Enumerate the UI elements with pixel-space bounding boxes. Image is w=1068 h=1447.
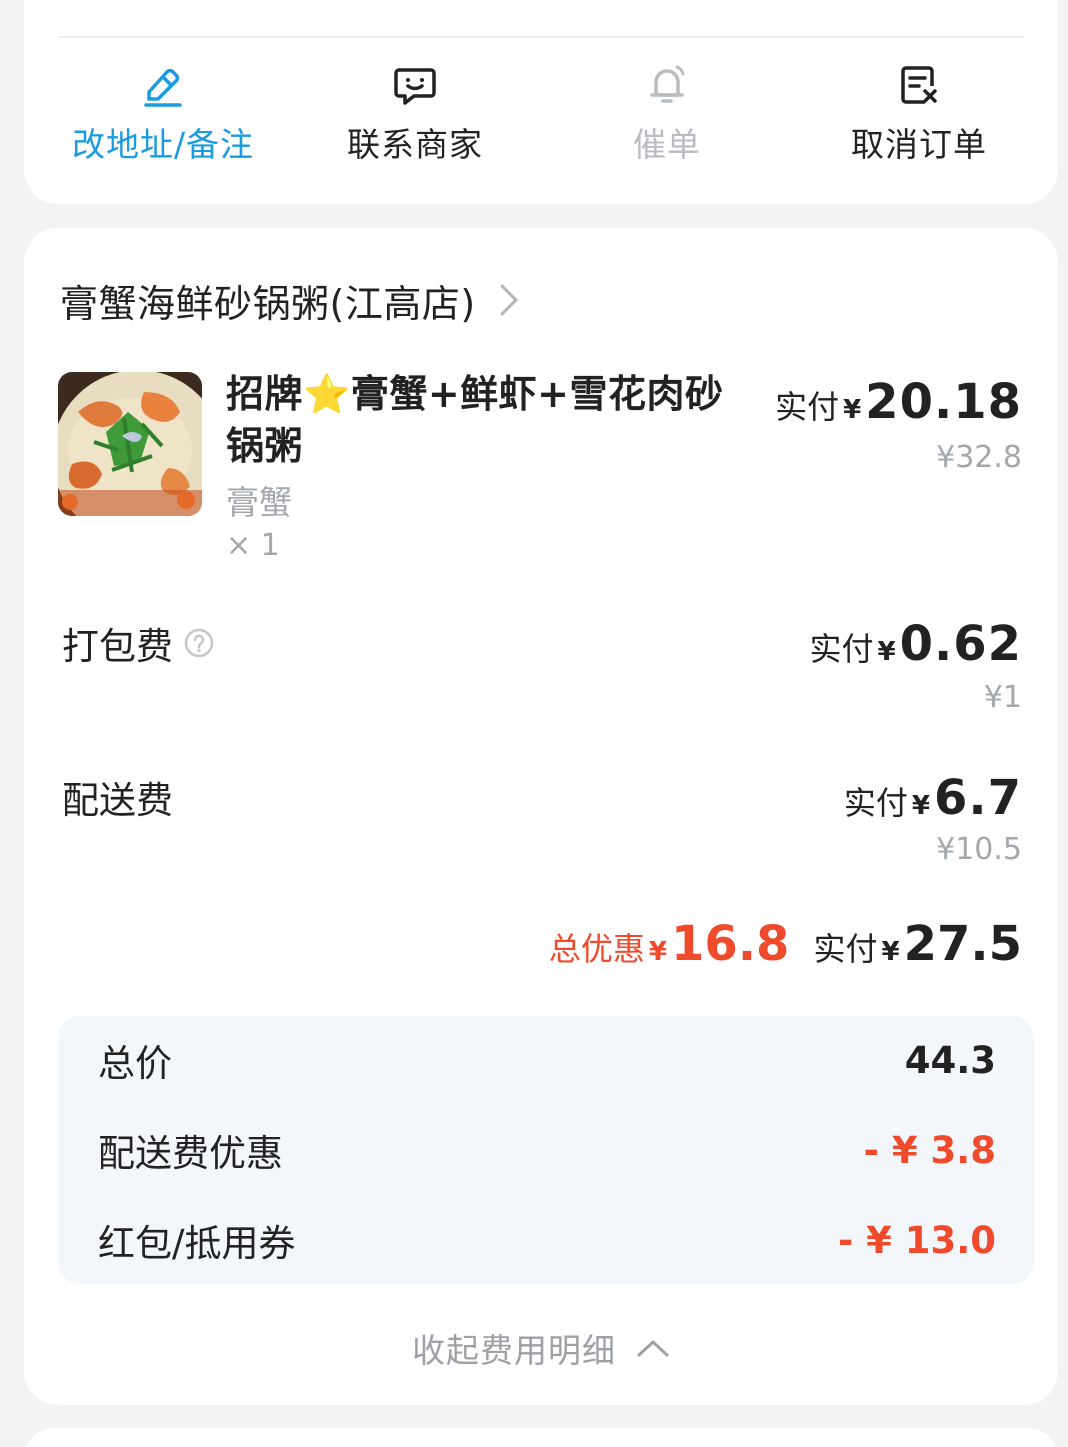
item-original-price: ¥32.8	[936, 440, 1022, 475]
cancel-order-button[interactable]: 取消订单	[794, 62, 1044, 164]
currency-symbol: ¥	[911, 791, 930, 821]
edit-address-label: 改地址/备注	[71, 125, 255, 164]
breakdown-row-total: 总价 44.3	[98, 1032, 996, 1088]
bell-icon	[650, 65, 685, 103]
collapse-label: 收起费用明细	[412, 1331, 616, 1370]
item-title: 招牌⭐膏蟹+鲜虾+雪花肉砂锅粥	[226, 372, 724, 468]
currency-symbol: ¥	[881, 937, 900, 967]
order-actions-card: 改地址/备注 联系商家 催单 取消订单	[24, 0, 1058, 204]
urge-order-label: 催单	[633, 125, 701, 164]
currency-symbol: ¥	[877, 637, 896, 667]
item-quantity: × 1	[226, 528, 280, 563]
order-detail-card: 膏蟹海鲜砂锅粥(江高店) 招牌⭐膏蟹+鲜虾+雪花肉砂锅粥 膏蟹 × 1 实付 ¥…	[24, 228, 1058, 1405]
paid-value: 20.18	[865, 374, 1022, 430]
chat-bubble-icon	[394, 68, 436, 105]
next-card	[24, 1428, 1058, 1447]
breakdown-label: 红包/抵用券	[98, 1222, 296, 1265]
contact-merchant-button[interactable]: 联系商家	[290, 62, 540, 164]
paid-label: 实付	[775, 388, 840, 426]
cancel-order-icon	[901, 66, 937, 104]
divider	[58, 36, 1024, 38]
urge-order-button[interactable]: 催单	[542, 62, 792, 164]
item-paid-price: 实付 ¥ 20.18	[775, 374, 1022, 430]
currency-symbol: ¥	[843, 395, 862, 425]
breakdown-value: - ¥ 13.0	[837, 1218, 996, 1262]
cancel-order-label: 取消订单	[851, 125, 987, 164]
packing-paid-price: 实付 ¥ 0.62	[809, 616, 1022, 672]
breakdown-value: - ¥ 3.8	[863, 1128, 996, 1172]
paid-label: 实付	[843, 784, 908, 822]
paid-value: 6.7	[933, 770, 1022, 826]
total-discount-label: 总优惠	[548, 930, 645, 968]
delivery-fee-label: 配送费	[62, 779, 173, 822]
total-paid-value: 27.5	[903, 916, 1022, 972]
edit-address-button[interactable]: 改地址/备注	[38, 62, 288, 164]
packing-fee-text: 打包费	[62, 625, 173, 668]
packing-original-price: ¥1	[983, 680, 1022, 715]
chevron-up-icon	[637, 1340, 669, 1357]
delivery-paid-price: 实付 ¥ 6.7	[844, 770, 1022, 826]
shop-link[interactable]: 膏蟹海鲜砂锅粥(江高店)	[60, 270, 522, 330]
shop-name: 膏蟹海鲜砂锅粥(江高店)	[60, 281, 476, 326]
item-spec: 膏蟹	[226, 483, 292, 522]
currency-symbol: ¥	[648, 937, 668, 967]
paid-label: 实付	[809, 630, 874, 668]
crab-congee-photo[interactable]	[58, 372, 202, 516]
help-circle-icon[interactable]	[183, 627, 215, 659]
breakdown-label: 总价	[98, 1042, 172, 1085]
fee-breakdown: 总价 44.3 配送费优惠 - ¥ 3.8 红包/抵用券 - ¥ 13.0	[58, 1016, 1034, 1284]
contact-merchant-label: 联系商家	[347, 125, 483, 164]
total-discount-value: 16.8	[671, 916, 790, 972]
edit-address-icon	[144, 68, 182, 107]
delivery-original-price: ¥10.5	[936, 832, 1022, 867]
breakdown-value: 44.3	[904, 1038, 996, 1082]
breakdown-row-coupon: 红包/抵用券 - ¥ 13.0	[98, 1212, 996, 1268]
order-total-row: 总优惠 ¥ 16.8 实付 ¥ 27.5	[549, 916, 1022, 972]
breakdown-row-delivery-discount: 配送费优惠 - ¥ 3.8	[98, 1122, 996, 1178]
packing-fee-label: 打包费	[62, 616, 215, 670]
breakdown-label: 配送费优惠	[98, 1132, 283, 1175]
collapse-fee-details-button[interactable]: 收起费用明细	[24, 1324, 1058, 1372]
paid-value: 0.62	[899, 616, 1022, 672]
total-paid-label: 实付	[813, 930, 878, 968]
chevron-right-icon	[500, 284, 518, 316]
